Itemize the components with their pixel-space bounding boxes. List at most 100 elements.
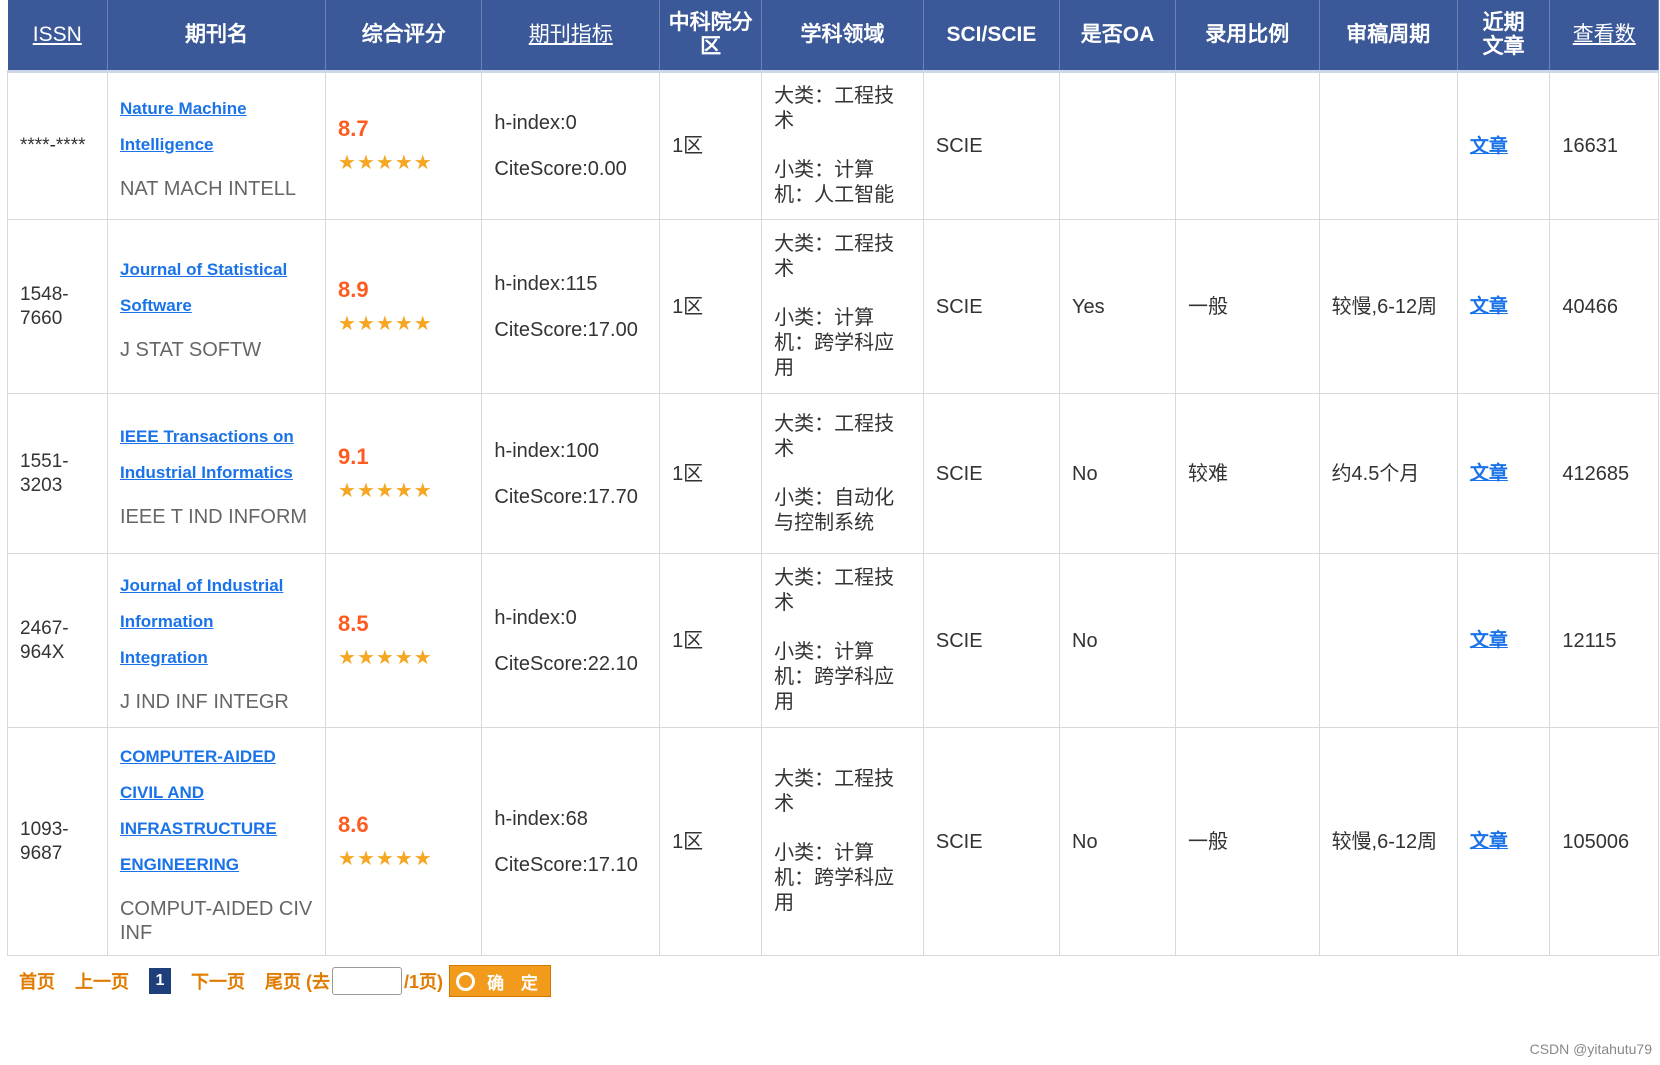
journal-name-link[interactable]: ENGINEERING (120, 847, 313, 883)
journal-name-link[interactable]: Journal of Statistical (120, 252, 313, 288)
current-page-number[interactable]: 1 (149, 968, 171, 994)
acceptance-cell (1174, 553, 1320, 728)
article-link[interactable]: 文章 (1470, 630, 1508, 651)
subject-major: 大类：工程技术 (774, 85, 895, 132)
metrics-cell: h-index:0 CiteScore:22.10 (481, 553, 661, 728)
score-value: 8.9 (338, 276, 369, 302)
subject-minor: 小类：计算机：跨学科应用 (774, 842, 895, 914)
score-cell: 8.9 ★★★★★ (325, 219, 483, 394)
review-period-cell (1318, 71, 1458, 220)
citescore-value: CiteScore:17.70 (494, 485, 638, 508)
journal-abbreviation: J IND INF INTEGR (119, 690, 289, 713)
pagination: 首页 上一页 1 下一页 尾页 (去 /1页) 确 定 (19, 964, 552, 998)
review-period-cell: 约4.5个月 (1318, 393, 1458, 554)
cas-zone-cell: 1区 (659, 219, 763, 394)
oa-cell: No (1059, 553, 1176, 728)
h-index-value: h-index:68 (494, 807, 588, 830)
journal-name-link[interactable]: IEEE Transactions on (120, 419, 313, 455)
metrics-cell: h-index:100 CiteScore:17.70 (481, 393, 661, 554)
issn-part-1: 1093- (20, 818, 69, 840)
cas-zone-column-header: 中科院分区 (659, 0, 763, 73)
citescore-value: CiteScore:22.10 (494, 652, 638, 675)
review-period-cell: 较慢,6-12周 (1318, 219, 1458, 394)
issn-part-2: 964X (20, 641, 65, 663)
cas-zone-cell: 1区 (659, 553, 763, 728)
issn-cell: 1093- 9687 (7, 727, 108, 956)
goto-page-input[interactable] (332, 967, 402, 995)
journal-name-link[interactable]: COMPUTER-AIDED (120, 739, 313, 775)
h-index-value: h-index:0 (494, 112, 577, 134)
h-index-value: h-index:115 (494, 272, 598, 295)
score-cell: 8.6 ★★★★★ (325, 727, 483, 956)
recent-articles-cell: 文章 (1456, 727, 1551, 956)
article-link[interactable]: 文章 (1470, 136, 1508, 157)
confirm-button-label: 确 定 (487, 973, 544, 993)
table-row: 1548- 7660 Journal of Statistical Software… (7, 219, 1659, 394)
issn-part-2: 7660 (20, 307, 63, 329)
recent-articles-column-header: 近期 文章 (1457, 0, 1551, 73)
journal-name-link[interactable]: INFRASTRUCTURE (120, 811, 313, 847)
first-page-link[interactable]: 首页 (19, 968, 55, 994)
views-cell: 40466 (1549, 219, 1659, 394)
issn-cell: 1551- 3203 (7, 393, 108, 554)
cas-zone-cell: 1区 (659, 393, 763, 554)
journal-name-link[interactable]: CIVIL AND (120, 775, 313, 811)
views-column-header[interactable]: 查看数 (1549, 0, 1659, 73)
recent-articles-cell: 文章 (1456, 553, 1551, 728)
review-period-cell: 较慢,6-12周 (1318, 727, 1458, 956)
oa-cell: No (1059, 727, 1176, 956)
issn-part-2: 9687 (20, 842, 63, 864)
star-rating-icon: ★★★★★ (338, 152, 433, 174)
citescore-value: CiteScore:17.00 (494, 318, 638, 341)
last-page-link[interactable]: 尾页 (去 (265, 968, 330, 994)
star-rating-icon: ★★★★★ (338, 847, 433, 870)
sci-cell: SCIE (922, 393, 1061, 554)
metrics-cell: h-index:68 CiteScore:17.10 (481, 727, 661, 956)
metrics-column-header[interactable]: 期刊指标 (481, 0, 661, 73)
journal-abbreviation: IEEE T IND INFORM (119, 505, 308, 528)
journal-abbreviation: J STAT SOFTW (119, 338, 262, 361)
oa-column-header: 是否OA (1059, 0, 1176, 73)
subject-major: 大类：工程技术 (774, 768, 895, 815)
journal-name-cell: Journal of Statistical Software J STAT SOF… (106, 219, 327, 394)
watermark: CSDN @yitahutu79 (1529, 1041, 1652, 1057)
journal-name-cell: COMPUTER-AIDED CIVIL AND INFRASTRUCTURE ENG… (106, 727, 327, 956)
article-link[interactable]: 文章 (1470, 296, 1508, 317)
article-link[interactable]: 文章 (1470, 831, 1508, 852)
subject-cell: 大类：工程技术 小类：计算机：人工智能 (761, 71, 924, 220)
metrics-cell: h-index:0 CiteScore:0.00 (481, 71, 661, 220)
journal-name-column-header: 期刊名 (107, 0, 327, 73)
journal-name-link[interactable]: Software (120, 288, 313, 324)
h-index-value: h-index:100 (494, 439, 599, 462)
metrics-cell: h-index:115 CiteScore:17.00 (481, 219, 661, 394)
next-page-link[interactable]: 下一页 (191, 968, 245, 994)
recent-articles-cell: 文章 (1456, 219, 1551, 394)
subject-minor: 小类：自动化与控制系统 (774, 486, 895, 534)
sci-cell: SCIE (922, 219, 1061, 394)
confirm-button[interactable]: 确 定 (449, 965, 552, 997)
journal-name-link[interactable]: Journal of Industrial (120, 568, 313, 604)
issn-part-2: 3203 (20, 474, 63, 496)
star-rating-icon: ★★★★★ (338, 312, 433, 335)
total-pages-label: /1页) (404, 972, 444, 992)
issn-cell: 2467- 964X (7, 553, 108, 728)
issn-column-header[interactable]: ISSN (7, 0, 108, 73)
journal-name-link[interactable]: Nature Machine (120, 91, 313, 127)
journal-name-link[interactable]: Intelligence (120, 127, 313, 163)
score-value: 8.6 (338, 811, 369, 837)
score-column-header: 综合评分 (325, 0, 483, 73)
article-link[interactable]: 文章 (1470, 463, 1508, 484)
journal-abbreviation: COMPUT-AIDED CIV INF (119, 897, 313, 944)
circle-icon (456, 971, 476, 991)
journal-name-link[interactable]: Integration (120, 640, 313, 676)
table-row: 2467- 964X Journal of Industrial Informati… (7, 553, 1659, 728)
journal-name-link[interactable]: Information (120, 604, 313, 640)
journal-name-link[interactable]: Industrial Informatics (120, 455, 313, 491)
citescore-value: CiteScore:0.00 (494, 158, 627, 180)
table-row: ****-**** Nature Machine Intelligence NAT … (7, 71, 1659, 220)
issn-cell: 1548- 7660 (7, 219, 108, 394)
issn-part-1: 1551- (20, 450, 69, 472)
review-period-column-header: 审稿周期 (1319, 0, 1458, 73)
oa-cell: Yes (1059, 219, 1176, 394)
prev-page-link[interactable]: 上一页 (75, 968, 129, 994)
